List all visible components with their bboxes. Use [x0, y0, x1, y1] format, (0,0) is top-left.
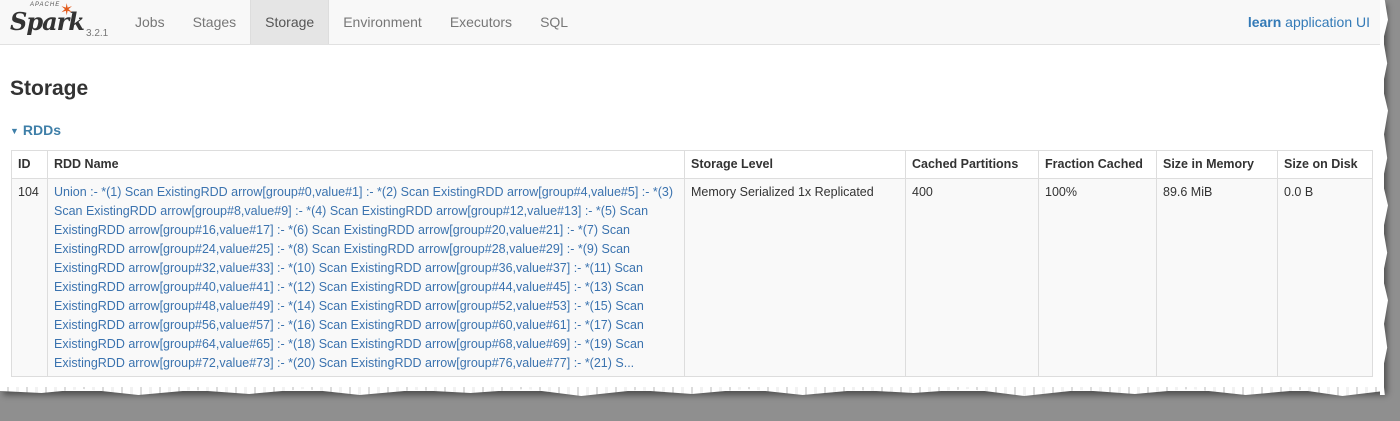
cell-size-on-disk: 0.0 B [1277, 178, 1373, 377]
torn-edge-bottom [0, 387, 1384, 396]
rdd-name-line: ExistingRDD arrow[group#48,value#49] :- … [54, 299, 644, 313]
navbar: APACHE Spark ✶ 3.2.1 Jobs Stages Storage… [0, 0, 1384, 45]
spark-star-icon: ✶ [60, 2, 74, 19]
cell-fraction-cached: 100% [1038, 178, 1157, 377]
spark-ui-page: APACHE Spark ✶ 3.2.1 Jobs Stages Storage… [0, 0, 1384, 391]
tab-sql[interactable]: SQL [526, 0, 582, 44]
cell-rdd-name: Union :- *(1) Scan ExistingRDD arrow[gro… [47, 178, 685, 377]
tab-executors[interactable]: Executors [436, 0, 526, 44]
rdd-name-line: ExistingRDD arrow[group#16,value#17] :- … [54, 223, 630, 237]
torn-edge-right [1380, 0, 1388, 395]
rdd-name-line: ExistingRDD arrow[group#56,value#57] :- … [54, 318, 644, 332]
rdd-name-line: Scan ExistingRDD arrow[group#8,value#9] … [54, 204, 649, 218]
header-cached-partitions[interactable]: Cached Partitions [905, 150, 1039, 179]
header-size-on-disk[interactable]: Size on Disk [1277, 150, 1373, 179]
rdds-section-toggle[interactable]: ▼ RDDs [10, 122, 61, 138]
rdd-table: ID RDD Name Storage Level Cached Partiti… [11, 150, 1373, 377]
cell-storage-level: Memory Serialized 1x Replicated [684, 178, 906, 377]
header-storage-level[interactable]: Storage Level [684, 150, 906, 179]
header-size-in-memory[interactable]: Size in Memory [1156, 150, 1278, 179]
header-fraction-cached[interactable]: Fraction Cached [1038, 150, 1157, 179]
rdd-name-link[interactable]: Union :- *(1) Scan ExistingRDD arrow[gro… [54, 183, 678, 373]
spark-logo[interactable]: APACHE Spark ✶ 3.2.1 [10, 2, 110, 42]
nav-tabs: Jobs Stages Storage Environment Executor… [121, 0, 582, 44]
header-id[interactable]: ID [11, 150, 48, 179]
cell-size-in-memory: 89.6 MiB [1156, 178, 1278, 377]
tab-storage[interactable]: Storage [250, 0, 330, 44]
rdd-name-line: ExistingRDD arrow[group#72,value#73] :- … [54, 356, 635, 370]
application-name: learn application UI [1248, 0, 1370, 44]
app-name-suffix: application UI [1281, 14, 1370, 30]
rdd-name-line: ExistingRDD arrow[group#32,value#33] :- … [54, 261, 643, 275]
page-title: Storage [10, 77, 89, 100]
tab-stages[interactable]: Stages [179, 0, 251, 44]
cell-id: 104 [11, 178, 48, 377]
table-row: 104 Union :- *(1) Scan ExistingRDD arrow… [11, 178, 1373, 377]
caret-down-icon: ▼ [10, 126, 19, 137]
rdds-section-label: RDDs [22, 122, 62, 138]
rdd-name-line: Union :- *(1) Scan ExistingRDD arrow[gro… [54, 185, 674, 199]
app-name-bold: learn [1247, 14, 1282, 30]
tab-environment[interactable]: Environment [329, 0, 436, 44]
header-rdd-name[interactable]: RDD Name [47, 150, 685, 179]
rdd-name-line: ExistingRDD arrow[group#64,value#65] :- … [54, 337, 644, 351]
spark-version: 3.2.1 [86, 28, 109, 39]
table-header-row: ID RDD Name Storage Level Cached Partiti… [11, 150, 1373, 179]
cell-cached-partitions: 400 [905, 178, 1039, 377]
rdd-name-line: ExistingRDD arrow[group#24,value#25] :- … [54, 242, 630, 256]
rdd-name-line: ExistingRDD arrow[group#40,value#41] :- … [54, 280, 644, 294]
tab-jobs[interactable]: Jobs [121, 0, 179, 44]
